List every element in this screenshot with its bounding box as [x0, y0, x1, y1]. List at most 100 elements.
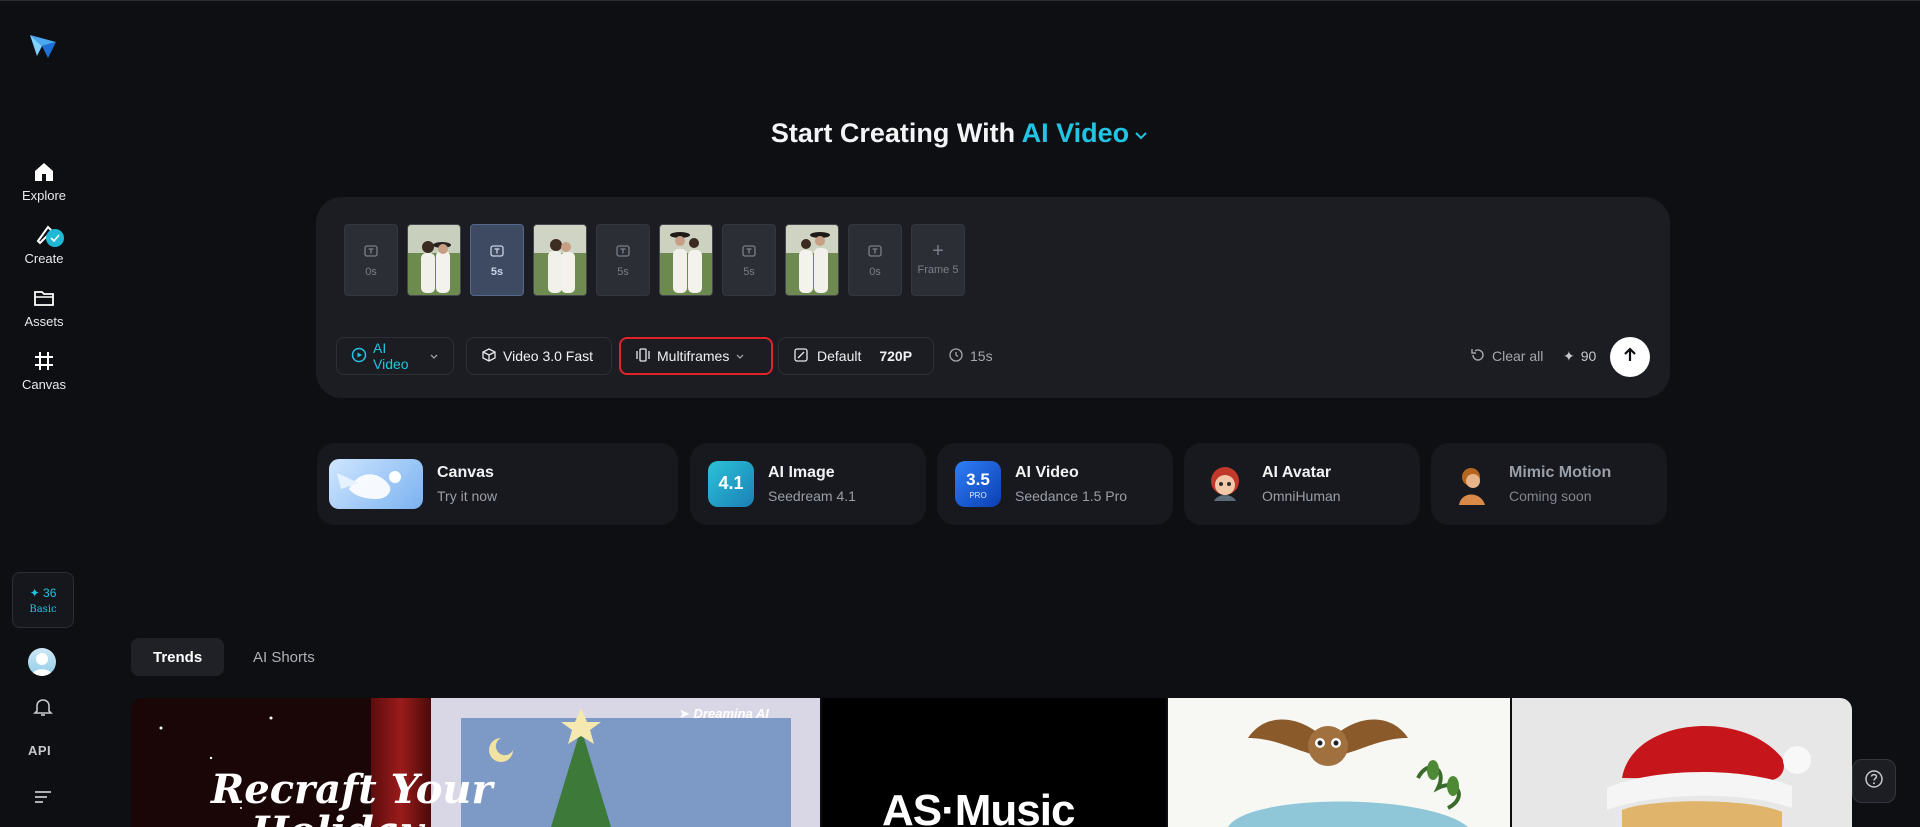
frame-duration[interactable]: 0s — [848, 224, 902, 296]
sidebar-item-canvas[interactable]: Canvas — [0, 349, 88, 401]
sidebar-item-label: Assets — [24, 314, 64, 329]
avatar[interactable] — [28, 648, 56, 676]
text-prompt-icon — [868, 243, 882, 260]
credits-count: ✦ 36 — [29, 585, 57, 600]
clear-all-label: Clear all — [1492, 348, 1544, 364]
gallery-tile-music[interactable]: AS·Music — [822, 698, 1166, 827]
model-dropdown[interactable]: Video 3.0 Fast — [466, 337, 612, 375]
feature-card-ai-image[interactable]: 4.1 AI Image Seedream 4.1 — [690, 443, 926, 525]
top-border — [0, 0, 1920, 1]
mode-dropdown-label: AI Video — [373, 340, 409, 372]
card-title: AI Video — [1015, 464, 1079, 481]
gallery-tile-santa[interactable] — [1512, 698, 1852, 827]
duration-selector[interactable]: 15s — [948, 337, 993, 375]
plus-icon: + — [932, 240, 944, 262]
frames-icon — [635, 347, 651, 366]
frame-image[interactable] — [785, 224, 839, 296]
credit-cost: ✦ 90 — [1563, 337, 1596, 375]
feature-card-ai-avatar[interactable]: AI Avatar OmniHuman — [1184, 443, 1420, 525]
clear-all-button[interactable]: Clear all — [1470, 337, 1543, 375]
sparkle-icon: ✦ — [1563, 347, 1575, 364]
check-badge-icon — [46, 229, 64, 247]
frame-duration[interactable]: 5s — [722, 224, 776, 296]
clock-icon — [948, 347, 964, 366]
chevron-down-icon — [429, 348, 439, 364]
tile-watermark: ➤ Dreamina AI — [679, 706, 769, 721]
aspect-ratio-icon — [793, 347, 809, 366]
create-icon — [32, 223, 64, 247]
model-dropdown-label: Video 3.0 Fast — [503, 348, 594, 364]
card-subtitle: Try it now — [437, 488, 498, 504]
arrow-up-icon — [1621, 346, 1639, 369]
add-frame-button[interactable]: + Frame 5 — [911, 224, 965, 296]
card-subtitle: Seedream 4.1 — [768, 488, 856, 504]
feature-card-ai-video[interactable]: 3.5 PRO AI Video Seedance 1.5 Pro — [937, 443, 1173, 525]
question-icon — [1864, 769, 1884, 794]
frame-image[interactable] — [407, 224, 461, 296]
sidebar-item-label: Explore — [21, 188, 67, 203]
menu-icon[interactable] — [32, 787, 54, 805]
cube-icon — [481, 347, 497, 366]
mode-selector-label: AI Video — [1021, 118, 1130, 148]
card-subtitle: Seedance 1.5 Pro — [1015, 488, 1128, 504]
ai-video-version: 3.5 — [966, 470, 990, 489]
home-icon — [32, 160, 56, 184]
tile-headline-2: Holiday — [251, 808, 423, 827]
resolution-label: 720P — [879, 348, 913, 364]
gallery-tile-holiday[interactable]: Recraft Your Holiday ➤ Dreamina AI — [131, 698, 820, 827]
duration-label: 15s — [970, 348, 993, 364]
ai-video-icon — [351, 347, 367, 366]
multiframes-dropdown[interactable]: Multiframes — [619, 337, 773, 375]
frame-image[interactable] — [533, 224, 587, 296]
frame-duration-selected[interactable]: 5s — [470, 224, 524, 296]
mode-dropdown[interactable]: AI Video — [336, 337, 454, 375]
sidebar-item-label: Canvas — [21, 377, 67, 392]
ratio-resolution-dropdown[interactable]: Default 720P — [778, 337, 934, 375]
api-link[interactable]: API — [28, 743, 60, 758]
card-subtitle: Coming soon — [1509, 488, 1592, 504]
title-prefix: Start Creating With — [770, 118, 1016, 148]
sidebar-item-explore[interactable]: Explore — [0, 160, 88, 212]
text-prompt-icon — [616, 243, 630, 260]
sparkle-icon: ✦ — [29, 585, 40, 600]
bell-icon[interactable] — [32, 696, 54, 718]
canvas-icon — [32, 349, 56, 373]
tile-headline: AS·Music — [882, 786, 1075, 827]
composer-panel: 0s 5s 5s 5s 0s + Frame 5 AI Video Video … — [316, 197, 1670, 398]
text-prompt-icon — [742, 243, 756, 260]
ai-avatar-icon — [1202, 461, 1248, 507]
dreamina-logo-icon[interactable] — [28, 32, 58, 60]
mode-selector[interactable]: AI Video — [1022, 118, 1150, 148]
help-button[interactable] — [1852, 759, 1896, 803]
chevron-down-icon — [735, 348, 745, 364]
chevron-down-icon — [1133, 119, 1149, 150]
frame-image[interactable] — [659, 224, 713, 296]
sidebar-item-assets[interactable]: Assets — [0, 286, 88, 338]
credits-badge[interactable]: ✦ 36 Basic — [12, 572, 74, 628]
frame-duration[interactable]: 0s — [344, 224, 398, 296]
plan-label: Basic — [29, 603, 57, 615]
canvas-thumbnail — [329, 459, 423, 509]
tab-trends[interactable]: Trends — [131, 638, 225, 676]
sidebar-item-create[interactable]: Create — [0, 223, 88, 275]
ratio-label: Default — [817, 348, 862, 364]
dreamina-mark-icon: ➤ — [679, 706, 690, 721]
undo-icon — [1470, 347, 1486, 366]
card-title: Canvas — [437, 464, 494, 481]
folder-icon — [32, 286, 56, 310]
card-subtitle: OmniHuman — [1262, 488, 1341, 504]
tile-headline: Recraft Your — [211, 766, 493, 813]
ai-image-icon: 4.1 — [708, 461, 754, 507]
multiframes-dropdown-label: Multiframes — [657, 348, 730, 364]
feature-card-canvas[interactable]: Canvas Try it now — [317, 443, 678, 525]
credit-cost-value: 90 — [1580, 348, 1597, 364]
feature-card-mimic-motion[interactable]: Mimic Motion Coming soon — [1431, 443, 1667, 525]
sidebar-item-label: Create — [24, 251, 64, 266]
page-title: Start Creating With AI Video — [0, 118, 1920, 150]
generate-button[interactable] — [1610, 337, 1650, 377]
ai-image-version: 4.1 — [718, 473, 744, 493]
tab-ai-shorts[interactable]: AI Shorts — [231, 638, 337, 676]
card-title: AI Image — [768, 464, 835, 481]
frame-duration[interactable]: 5s — [596, 224, 650, 296]
gallery-tile-owl[interactable] — [1168, 698, 1510, 827]
